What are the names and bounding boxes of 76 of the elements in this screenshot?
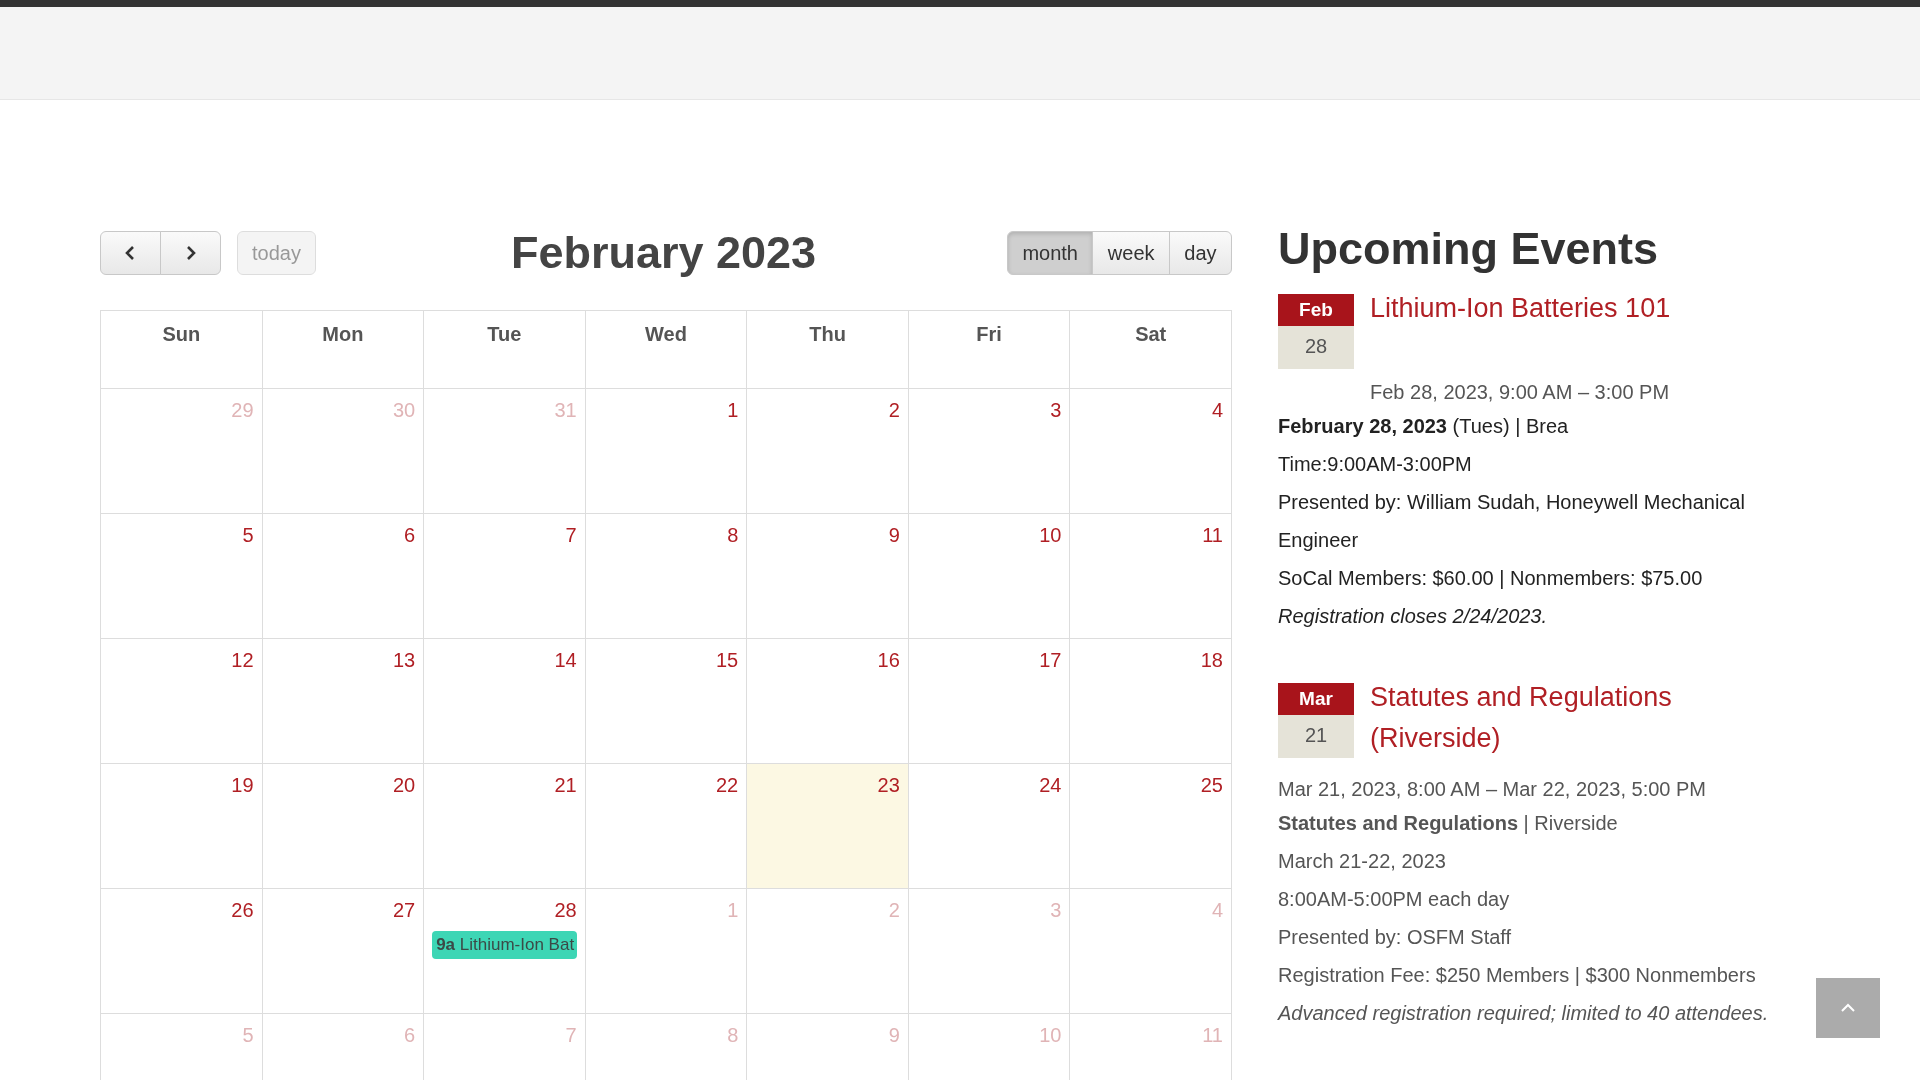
calendar-event[interactable]: 9a Lithium-Ion Bat [432, 931, 577, 959]
day-number: 21 [553, 773, 577, 798]
event-title-link[interactable]: Statutes and Regulations (Riverside) [1370, 677, 1798, 758]
day-number: 4 [1210, 398, 1223, 423]
day-number: 17 [1038, 648, 1062, 673]
event-detail: March 21-22, 2023 [1278, 849, 1447, 874]
weekday-header: Fri [908, 310, 1070, 389]
badge-day: 28 [1278, 326, 1354, 369]
view-tab[interactable]: week [1092, 231, 1170, 275]
event-note: Registration closes 2/24/2023. [1278, 604, 1549, 629]
day-number: 6 [403, 523, 416, 548]
day-number: 1 [726, 898, 739, 923]
day-number: 31 [553, 398, 577, 423]
day-number: 8 [726, 1023, 739, 1048]
event-datetime: Feb 28, 2023, 9:00 AM – 3:00 PM [1370, 380, 1671, 405]
day-number: 1 [726, 398, 739, 423]
badge-day: 21 [1278, 715, 1354, 758]
day-number: 9 [887, 523, 900, 548]
event-datetime: Mar 21, 2023, 8:00 AM – Mar 22, 2023, 5:00 PM [1278, 777, 1708, 802]
calendar-title: February 2023 [510, 226, 817, 280]
event-detail: 8:00AM-5:00PM each day [1278, 887, 1511, 912]
day-number: 7 [564, 1023, 577, 1048]
day-number: 23 [876, 773, 900, 798]
event-detail: Time:9:00AM-3:00PM [1278, 452, 1473, 477]
day-number: 7 [564, 523, 577, 548]
day-number: 11 [1201, 523, 1223, 548]
day-number: 24 [1038, 773, 1062, 798]
weekday-header: Wed [585, 310, 747, 389]
day-number: 28 [553, 898, 577, 923]
day-number: 18 [1199, 648, 1223, 673]
day-number: 26 [230, 898, 254, 923]
event-detail: February 28, 2023 (Tues) | Brea [1278, 414, 1570, 439]
weekday-header: Sat [1069, 310, 1232, 389]
day-number: 12 [230, 648, 254, 673]
day-number: 2 [887, 898, 900, 923]
day-number: 20 [391, 773, 416, 798]
weekday-header: Tue [423, 310, 586, 389]
weekday-header: Mon [262, 310, 424, 389]
day-number: 10 [1038, 1023, 1062, 1048]
day-number: 16 [876, 648, 900, 673]
event-detail: Statutes and Regulations | Riverside [1278, 811, 1619, 836]
day-number: 29 [230, 398, 254, 423]
day-number: 25 [1199, 773, 1223, 798]
day-number: 5 [241, 523, 254, 548]
event-detail: SoCal Members: $60.00 | Nonmembers: $75.00 [1278, 566, 1704, 591]
section-heading: Upcoming Events [1278, 222, 1660, 276]
day-number: 9 [887, 1023, 900, 1048]
day-number: 13 [391, 648, 416, 673]
day-number: 11 [1201, 1023, 1223, 1048]
view-tab[interactable]: month [1007, 231, 1094, 275]
day-number: 10 [1038, 523, 1062, 548]
event-title-link[interactable]: Lithium-Ion Batteries 101 [1370, 288, 1671, 329]
day-number: 3 [1049, 398, 1062, 423]
event-note: Advanced registration required; limited to 40 attendees. [1278, 1001, 1770, 1026]
day-number: 15 [715, 648, 739, 673]
badge-month: Mar [1278, 683, 1354, 715]
day-number: 30 [391, 398, 416, 423]
event-detail: Registration Fee: $250 Members | $300 Nonmembers [1278, 963, 1757, 988]
day-number: 5 [241, 1023, 254, 1048]
day-number: 8 [726, 523, 739, 548]
day-number: 6 [403, 1023, 416, 1048]
badge-month: Feb [1278, 294, 1354, 326]
day-number: 19 [230, 773, 254, 798]
day-number: 2 [887, 398, 900, 423]
day-number: 14 [553, 648, 577, 673]
weekday-header: Thu [746, 310, 909, 389]
event-detail: Presented by: OSFM Staff [1278, 925, 1513, 950]
view-tab[interactable]: day [1168, 231, 1232, 275]
weekday-header: Sun [100, 310, 263, 389]
day-number: 27 [391, 898, 416, 923]
day-number: 4 [1210, 898, 1223, 923]
next-button[interactable] [160, 231, 221, 275]
day-number: 3 [1049, 898, 1062, 923]
day-number: 22 [715, 773, 739, 798]
previous-button[interactable] [100, 231, 161, 275]
event-detail: Presented by: William Sudah, Honeywell Mechanical Engineer [1278, 490, 1746, 553]
